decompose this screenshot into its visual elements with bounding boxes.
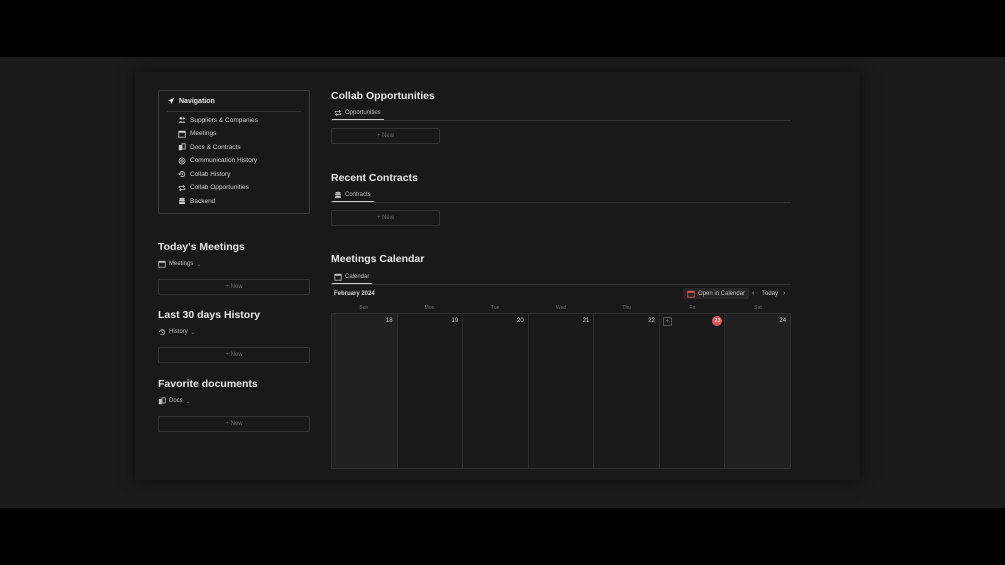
nav-item-meetings[interactable]: Meetings	[178, 130, 216, 138]
weekday-header: Thu	[622, 305, 631, 311]
collab-opportunities-heading: Collab Opportunities	[331, 90, 435, 102]
divider	[331, 120, 791, 121]
tab-label: Opportunities	[345, 110, 381, 116]
today-day-number: 23	[712, 316, 723, 326]
weekday-header: Sat	[754, 305, 762, 311]
calendar-icon	[158, 260, 166, 268]
calendar-day-cell[interactable]: 19	[397, 314, 464, 468]
navigation-header: Navigation	[167, 97, 215, 105]
history-icon	[178, 170, 186, 178]
weekday-header: Sun	[359, 305, 369, 311]
meetings-new-button[interactable]: + New	[158, 279, 310, 295]
nav-item-label: Docs & Contracts	[190, 143, 241, 151]
recent-contracts-heading: Recent Contracts	[331, 172, 418, 184]
nav-item-label: Collab History	[190, 170, 231, 178]
chevron-down-icon: ⌄	[185, 398, 191, 405]
tab-calendar[interactable]: Calendar	[332, 273, 373, 284]
database-icon	[178, 197, 186, 205]
calendar-day-cell-today[interactable]: + 23	[659, 314, 726, 468]
view-label: Meetings	[169, 261, 194, 267]
weekday-header: Tue	[491, 305, 500, 311]
opportunities-new-button[interactable]: + New	[331, 128, 440, 144]
nav-item-communication[interactable]: Communication History	[178, 157, 257, 165]
calendar-day-cell[interactable]: 24	[725, 314, 791, 468]
tab-label: Calendar	[345, 274, 370, 280]
day-number: 24	[779, 318, 787, 324]
people-icon	[178, 116, 186, 124]
add-event-button[interactable]: +	[662, 317, 672, 326]
nav-item-label: Suppliers & Companies	[190, 116, 258, 124]
open-in-calendar-button[interactable]: Open in Calendar	[683, 288, 750, 299]
weekday-header: Wed	[555, 305, 567, 311]
history-view-selector[interactable]: History ⌄	[158, 328, 196, 336]
next-week-icon[interactable]: ›	[783, 290, 785, 297]
divider	[331, 202, 791, 203]
day-number: 21	[582, 318, 590, 324]
navigation-title: Navigation	[179, 97, 215, 105]
documents-icon	[178, 143, 186, 151]
todays-meetings-heading: Today's Meetings	[158, 241, 245, 253]
calendar-month-label: February 2024	[334, 291, 375, 297]
repeat-icon	[334, 109, 342, 117]
weekday-header: Mon	[424, 305, 435, 311]
database-icon	[334, 191, 342, 199]
day-number: 19	[451, 318, 459, 324]
documents-icon	[158, 397, 166, 405]
nav-item-docs-contracts[interactable]: Docs & Contracts	[178, 143, 241, 151]
divider	[331, 284, 791, 285]
nav-item-label: Meetings	[190, 130, 217, 137]
calendar-day-cell[interactable]: 21	[528, 314, 595, 468]
calendar-app-icon	[687, 290, 695, 298]
calendar-icon	[178, 130, 186, 138]
history-icon	[158, 328, 166, 336]
docs-new-button[interactable]: + New	[158, 416, 310, 432]
favorite-documents-heading: Favorite documents	[158, 378, 258, 390]
weekday-header: Fri	[689, 305, 696, 311]
calendar-week-grid: 18 19 20 21 22 + 23 24	[331, 313, 791, 469]
navigation-panel: Navigation Suppliers & Companies Meeting…	[158, 90, 310, 214]
calendar-day-cell[interactable]: 20	[463, 314, 529, 468]
calendar-day-cell[interactable]: 18	[332, 314, 398, 468]
day-number: 18	[385, 318, 393, 324]
calendar-icon	[334, 273, 342, 281]
tab-contracts[interactable]: Contracts	[332, 191, 374, 202]
chevron-down-icon: ⌄	[196, 261, 202, 268]
navigation-arrow-icon	[167, 97, 175, 105]
divider	[167, 111, 301, 112]
open-in-calendar-label: Open in Calendar	[698, 290, 746, 297]
tab-opportunities[interactable]: Opportunities	[332, 109, 384, 120]
docs-view-selector[interactable]: Docs ⌄	[158, 397, 191, 405]
repeat-icon	[178, 184, 186, 192]
day-number: 22	[648, 318, 655, 324]
at-icon	[178, 157, 186, 165]
nav-item-collab-history[interactable]: Collab History	[178, 170, 230, 178]
nav-item-backend[interactable]: Backend	[178, 197, 215, 205]
contracts-new-button[interactable]: + New	[331, 210, 440, 226]
previous-week-icon[interactable]: ‹	[752, 290, 754, 297]
meetings-calendar-heading: Meetings Calendar	[331, 253, 425, 265]
calendar-day-cell[interactable]: 22	[594, 314, 660, 468]
chevron-down-icon: ⌄	[190, 329, 196, 336]
last-30-days-heading: Last 30 days History	[158, 309, 261, 321]
nav-item-suppliers[interactable]: Suppliers & Companies	[178, 116, 258, 124]
meetings-view-selector[interactable]: Meetings ⌄	[158, 260, 201, 268]
view-label: History	[169, 329, 188, 335]
view-label: Docs	[169, 398, 183, 404]
day-number: 20	[517, 318, 524, 324]
tab-label: Contracts	[345, 192, 371, 198]
nav-item-label: Collab Opportunities	[190, 184, 249, 191]
history-new-button[interactable]: + New	[158, 347, 310, 363]
nav-item-collab-opportunities[interactable]: Collab Opportunities	[178, 184, 249, 192]
today-button[interactable]: Today	[762, 291, 778, 297]
nav-item-label: Backend	[190, 197, 216, 205]
nav-item-label: Communication History	[190, 157, 258, 164]
